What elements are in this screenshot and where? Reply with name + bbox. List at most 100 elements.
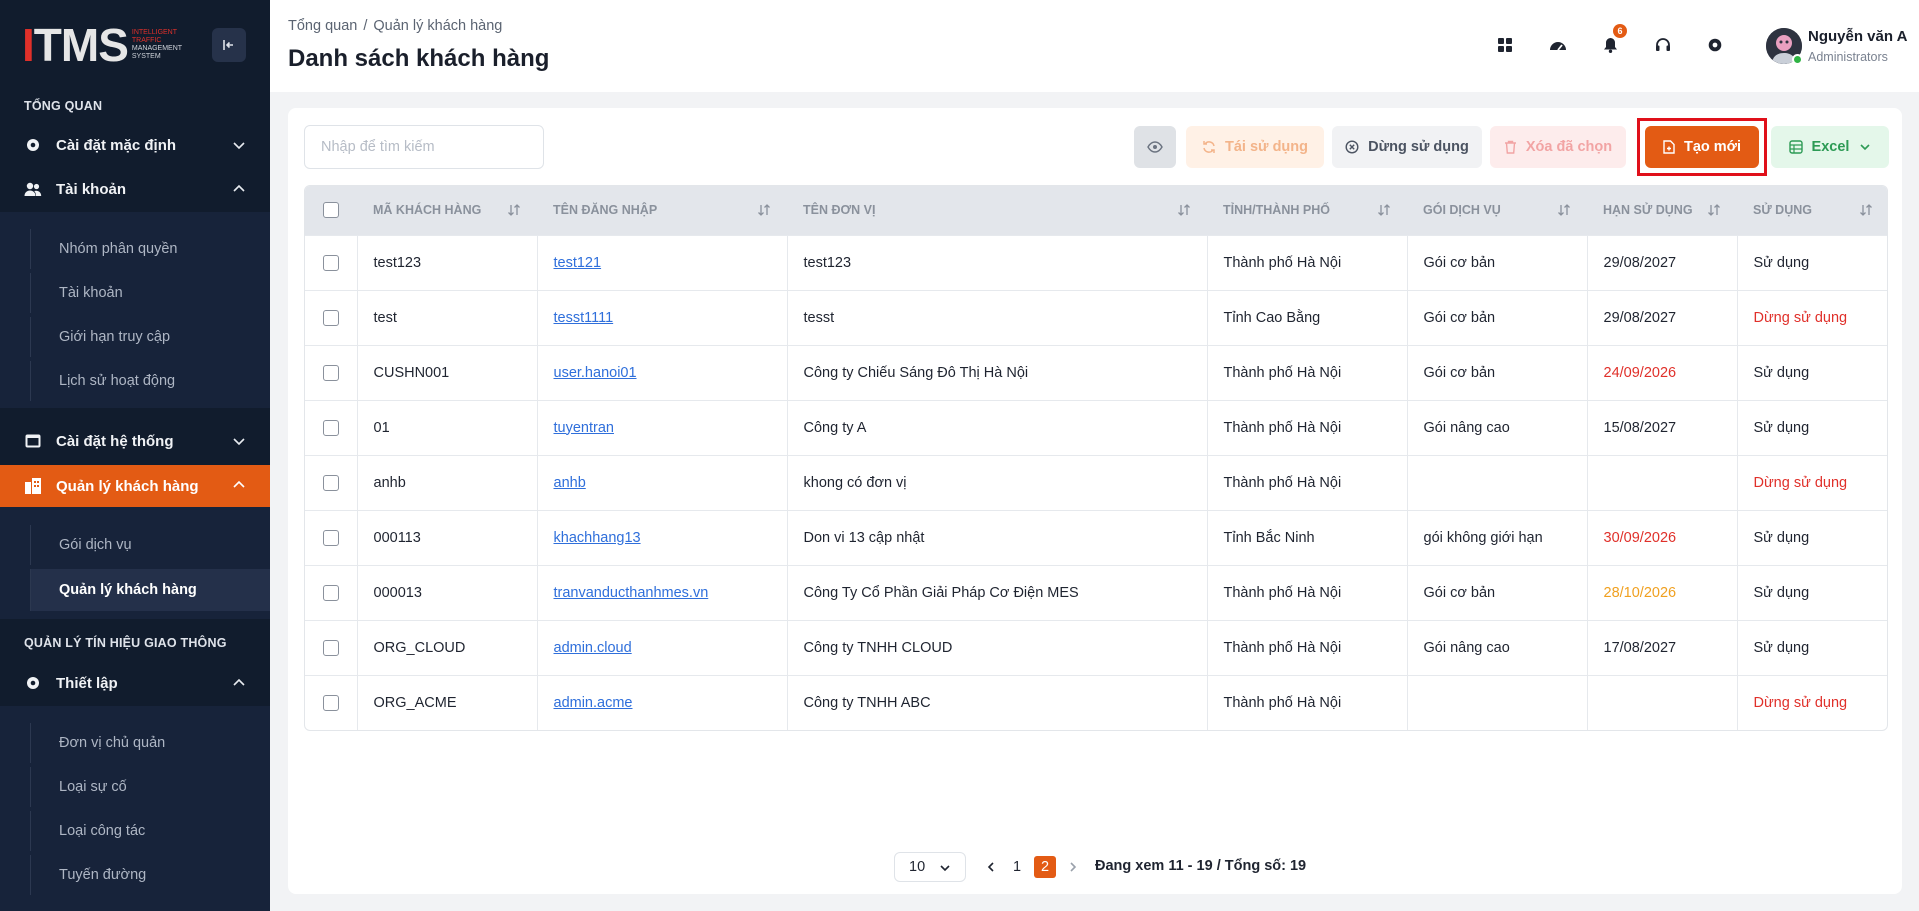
cell-username-link[interactable]: khachhang13: [537, 509, 788, 565]
support-button[interactable]: [1648, 30, 1678, 60]
submenu-permission-groups[interactable]: Nhóm phân quyền: [30, 229, 270, 269]
table-row[interactable]: test tesst1111 tesst Tỉnh Cao Bằng Gói cơ bả…: [305, 289, 1887, 345]
menu-customer-management[interactable]: Quản lý khách hàng: [0, 465, 270, 507]
row-select-cell: [305, 234, 358, 290]
cell-username-link[interactable]: admin.acme: [537, 674, 788, 730]
submenu-accounts[interactable]: Tài khoản: [30, 273, 270, 313]
cell-username-link[interactable]: test121: [537, 234, 788, 290]
column-header-expiry[interactable]: HẠN SỬ DỤNG: [1587, 186, 1737, 235]
row-checkbox[interactable]: [323, 309, 339, 326]
cell-username-link[interactable]: admin.cloud: [537, 619, 788, 675]
column-header-username[interactable]: TÊN ĐĂNG NHẬP: [537, 186, 787, 235]
row-checkbox[interactable]: [323, 694, 339, 711]
cell-username-link[interactable]: user.hanoi01: [537, 344, 788, 400]
column-header-plan[interactable]: GÓI DỊCH VỤ: [1407, 186, 1587, 235]
reuse-button[interactable]: Tái sử dụng: [1186, 126, 1324, 168]
cell-username-link[interactable]: anhb: [537, 454, 788, 510]
page-button-1[interactable]: 1: [1010, 852, 1024, 882]
cell-city: Thành phố Hà Nội: [1207, 234, 1408, 290]
logo-mark: ITMS: [22, 19, 129, 71]
submenu-incident-types[interactable]: Loại sự cố: [30, 767, 270, 807]
cell-service-plan: Gói nâng cao: [1407, 619, 1588, 675]
column-header-label: TỈNH/THÀNH PHỐ: [1223, 203, 1330, 218]
cell-customer-code-text: ORG_CLOUD: [373, 639, 466, 656]
page-button-2-current[interactable]: 2: [1034, 856, 1056, 878]
cell-username-link[interactable]: tranvanducthanhmes.vn: [537, 564, 788, 620]
select-all-checkbox[interactable]: [323, 202, 339, 219]
page-size-select[interactable]: 10: [894, 852, 966, 882]
row-checkbox[interactable]: [323, 584, 339, 601]
cell-username-link-text[interactable]: admin.acme: [554, 695, 633, 711]
row-checkbox[interactable]: [323, 364, 339, 381]
submenu-management-units[interactable]: Đơn vị chủ quản: [30, 723, 270, 763]
section-title-traffic: QUẢN LÝ TÍN HIỆU GIAO THÔNG: [24, 636, 227, 650]
create-new-button[interactable]: Tạo mới: [1645, 126, 1759, 168]
table-row[interactable]: ORG_ACME admin.acme Công ty TNHH ABC Thành …: [305, 674, 1887, 730]
delete-selected-button[interactable]: Xóa đã chọn: [1490, 126, 1626, 168]
breadcrumb-root[interactable]: Tổng quan: [288, 18, 357, 34]
cell-customer-code-text: 000013: [373, 584, 422, 601]
cell-username-link-text[interactable]: test121: [554, 255, 602, 271]
sort-icon[interactable]: [1557, 203, 1571, 217]
cell-username-link[interactable]: tuyentran: [537, 399, 788, 455]
dashboard-button[interactable]: [1543, 30, 1573, 60]
prev-page-button[interactable]: [984, 852, 998, 882]
cell-username-link-text[interactable]: tesst1111: [554, 310, 614, 326]
row-checkbox[interactable]: [323, 419, 339, 436]
apps-grid-button[interactable]: [1490, 30, 1520, 60]
table-row[interactable]: anhb anhb khong có đơn vị Thành phố Hà Nội D…: [305, 454, 1887, 510]
column-header-city[interactable]: TỈNH/THÀNH PHỐ: [1207, 186, 1407, 235]
column-header-status[interactable]: SỬ DỤNG: [1737, 186, 1887, 235]
table-row[interactable]: 01 tuyentran Công ty A Thành phố Hà Nội Gói …: [305, 399, 1887, 455]
submenu-customer-management[interactable]: Quản lý khách hàng: [30, 569, 270, 611]
cell-username-link[interactable]: tesst1111: [537, 289, 788, 345]
row-checkbox[interactable]: [323, 529, 339, 546]
table-row[interactable]: 000013 tranvanducthanhmes.vn Công Ty Cổ Ph…: [305, 564, 1887, 620]
user-name[interactable]: Nguyễn văn A: [1808, 28, 1907, 45]
submenu-activity-history[interactable]: Lịch sử hoạt động: [30, 361, 270, 401]
cell-status: Dừng sử dụng: [1737, 674, 1887, 730]
sort-icon[interactable]: [1177, 203, 1191, 217]
cell-unit-name-text: Công ty TNHH CLOUD: [803, 639, 953, 656]
settings-button[interactable]: [1700, 30, 1730, 60]
chevron-right-icon: [1070, 862, 1077, 872]
table-row[interactable]: CUSHN001 user.hanoi01 Công ty Chiếu Sáng Đ…: [305, 344, 1887, 400]
cell-status: Sử dụng: [1737, 619, 1887, 675]
cell-username-link-text[interactable]: tuyentran: [554, 420, 614, 436]
menu-accounts[interactable]: Tài khoản: [0, 169, 270, 209]
sort-icon[interactable]: [757, 203, 771, 217]
sort-icon[interactable]: [1859, 203, 1873, 217]
cell-username-link-text[interactable]: anhb: [554, 475, 586, 491]
cell-username-link-text[interactable]: admin.cloud: [554, 640, 632, 656]
row-checkbox[interactable]: [323, 254, 339, 271]
submenu-routes[interactable]: Tuyến đường: [30, 855, 270, 895]
cell-username-link-text[interactable]: khachhang13: [554, 530, 641, 546]
excel-export-button[interactable]: Excel: [1771, 126, 1889, 168]
menu-system-settings[interactable]: Cài đặt hệ thống: [0, 421, 270, 461]
cell-username-link-text[interactable]: user.hanoi01: [554, 365, 637, 381]
sort-icon[interactable]: [1707, 203, 1721, 217]
stop-using-button[interactable]: Dừng sử dụng: [1332, 126, 1482, 168]
table-row[interactable]: ORG_CLOUD admin.cloud Công ty TNHH CLOUD Th…: [305, 619, 1887, 675]
cell-username-link-text[interactable]: tranvanducthanhmes.vn: [554, 585, 709, 601]
column-header-code[interactable]: MÃ KHÁCH HÀNG: [357, 186, 537, 235]
menu-default-settings[interactable]: Cài đặt mặc định: [0, 125, 270, 165]
notifications-button[interactable]: 6: [1595, 24, 1627, 60]
table-row[interactable]: 000113 khachhang13 Don vi 13 cập nhật Tỉnh …: [305, 509, 1887, 565]
table-row[interactable]: test123 test121 test123 Thành phố Hà Nội Gói…: [305, 234, 1887, 290]
column-header-unit[interactable]: TÊN ĐƠN VỊ: [787, 186, 1207, 235]
sort-icon[interactable]: [1377, 203, 1391, 217]
menu-setup[interactable]: Thiết lập: [0, 663, 270, 703]
next-page-button[interactable]: [1066, 852, 1080, 882]
search-input[interactable]: [304, 125, 544, 169]
row-checkbox[interactable]: [323, 639, 339, 656]
sort-icon[interactable]: [507, 203, 521, 217]
collapse-sidebar-button[interactable]: [212, 28, 246, 62]
row-checkbox[interactable]: [323, 474, 339, 491]
submenu-access-limits[interactable]: Giới hạn truy cập: [30, 317, 270, 357]
toggle-columns-button[interactable]: [1134, 126, 1176, 168]
cell-unit-name: Công ty TNHH CLOUD: [787, 619, 1208, 675]
submenu-service-packages[interactable]: Gói dịch vụ: [30, 525, 270, 565]
app-logo[interactable]: ITMS INTELLIGENT TRAFFIC MANAGEMENT SYST…: [22, 22, 184, 68]
submenu-work-types[interactable]: Loại công tác: [30, 811, 270, 851]
